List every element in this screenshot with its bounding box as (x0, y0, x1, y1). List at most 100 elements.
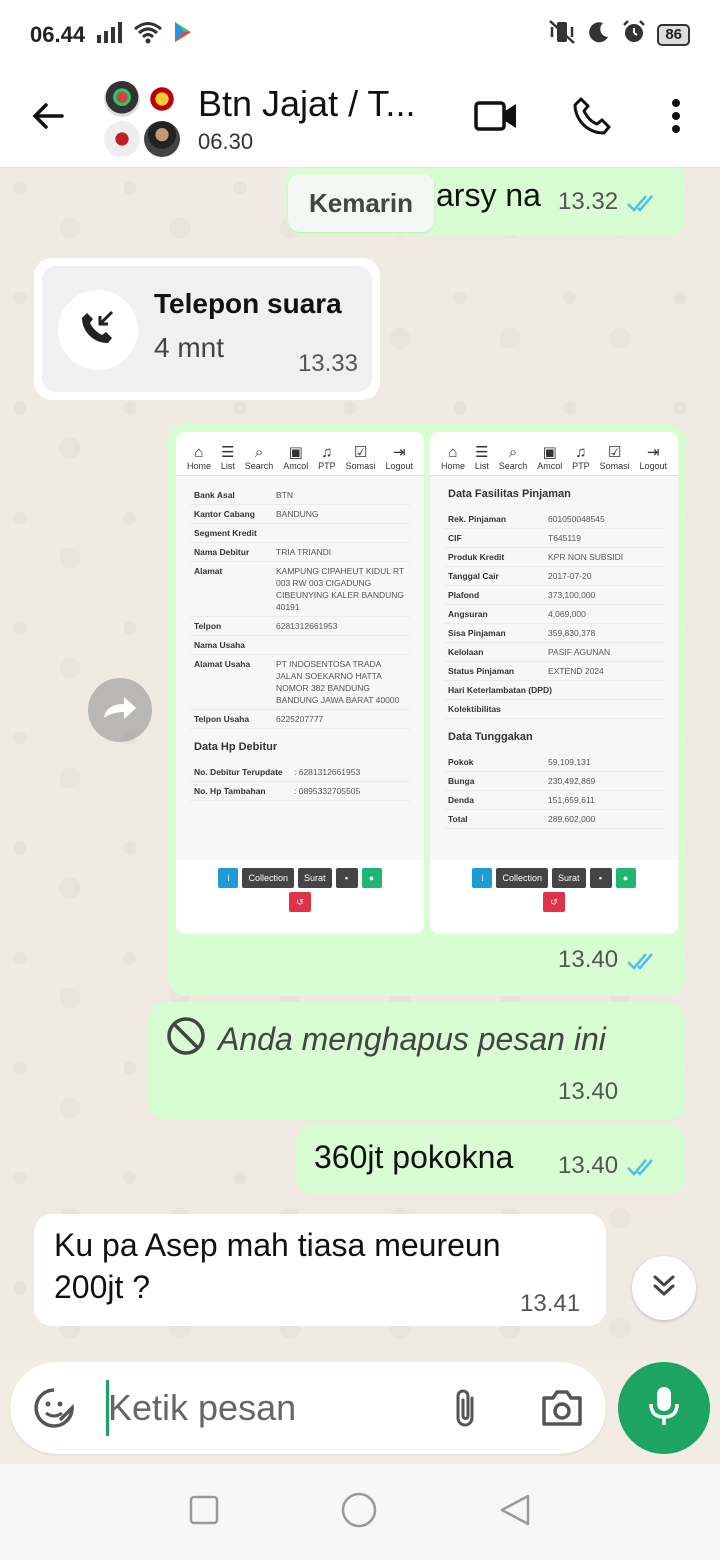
status-bar: 06.44 86 (0, 0, 720, 70)
call-message[interactable]: Telepon suara 4 mnt 13.33 (34, 258, 380, 400)
detail-row: Kolektibilitas (444, 700, 664, 719)
undo-icon: ↺ (289, 892, 311, 912)
info-button: i (472, 868, 493, 888)
screenshot-nav: ⌂ Home ☰ List ⌕ Search ▣ Amcol ♫ PTP ☑ Somasi … (176, 432, 424, 476)
group-avatar[interactable] (104, 80, 180, 157)
detail-row: Telpon Usaha 6225207777 (190, 710, 410, 729)
call-icon-badge (58, 290, 138, 370)
recents-icon[interactable] (188, 1494, 220, 1531)
list-icon: ☰ (221, 444, 235, 461)
message-time: 13.40 (558, 1152, 619, 1179)
camera-icon[interactable] (538, 1384, 586, 1432)
logout-icon: ⇥ (646, 444, 660, 461)
nav-home: ⌂ Home (440, 444, 465, 472)
message-meta: 13.40 (558, 1078, 618, 1106)
search-icon: ⌕ (254, 444, 264, 461)
back-button[interactable] (0, 70, 96, 168)
message-time: 13.40 (558, 946, 619, 973)
section-title: Data Fasilitas Pinjaman (448, 488, 571, 500)
avatar (144, 80, 180, 117)
briefcase-icon: ▣ (542, 444, 557, 461)
bell-icon: ♫ (321, 444, 333, 461)
signal-icon (95, 21, 125, 49)
message-text: arsy na (436, 177, 541, 213)
forward-icon (100, 694, 140, 727)
message-time: 13.32 (558, 188, 619, 215)
read-ticks-icon (626, 192, 660, 212)
image-thumbnail[interactable]: ⌂ Home ☰ List ⌕ Search ▣ Amcol ♫ PTP ☑ Somasi … (176, 432, 424, 934)
detail-row: Plafond 373,100,000 (444, 586, 664, 605)
nav-ptp: ♫ PTP (318, 444, 336, 472)
detail-row: Kantor Cabang BANDUNG (190, 505, 410, 524)
date-chip: Kemarin (288, 174, 434, 232)
detail-row: Total 289,602,000 (444, 810, 664, 829)
deleted-message[interactable]: Anda menghapus pesan ini 13.40 (148, 1002, 686, 1120)
voice-call-button[interactable] (564, 90, 620, 146)
message-time: 13.41 (520, 1290, 581, 1317)
list-icon: ☰ (475, 444, 489, 461)
back-arrow-icon (30, 98, 66, 139)
video-call-icon (474, 98, 518, 139)
voice-record-button[interactable] (618, 1362, 710, 1454)
detail-row: Sisa Pinjaman 359,830,378 (444, 624, 664, 643)
deleted-icon (166, 1016, 206, 1061)
chat-title: Btn Jajat / T... (198, 82, 416, 124)
detail-row: Alamat KAMPUNG CIPAHEUT KIDUL RT 003 RW 0… (190, 562, 410, 617)
checkbox-icon: ☑ (353, 444, 368, 461)
battery-indicator: 86 (657, 24, 690, 46)
sticker-icon[interactable] (30, 1384, 78, 1432)
search-icon: ⌕ (508, 444, 518, 461)
message-bubble[interactable]: 360jt pokokna 13.40 (296, 1124, 686, 1194)
nav-list: ☰ List (474, 444, 489, 472)
forward-button[interactable] (88, 678, 152, 742)
message-text: Anda menghapus pesan ini (218, 1021, 606, 1057)
collection-button: Collection (242, 868, 294, 888)
call-title: Telepon suara (154, 288, 342, 319)
status-time: 06.44 (30, 22, 86, 47)
play-games-icon (171, 20, 195, 50)
video-call-button[interactable] (468, 90, 524, 146)
detail-row: Bunga 230,492,869 (444, 772, 664, 791)
nav-list: ☰ List (220, 444, 235, 472)
chat-area[interactable]: arsy na 13.32 Kemarin Telepon suara 4 mn… (0, 168, 720, 1360)
detail-row: Status Pinjaman EXTEND 2024 (444, 662, 664, 681)
message-bubble[interactable]: Ku pa Asep mah tiasa meureun 200jt ? 13.… (34, 1214, 606, 1326)
home-icon[interactable] (340, 1491, 378, 1534)
section-title: Data Hp Debitur (194, 741, 278, 753)
screenshot-body: Data Fasilitas Pinjaman Rek. Pinjaman 601… (430, 476, 678, 839)
screenshot-footer: i Collection Surat ▪ ● ↺ (430, 860, 678, 934)
nav-search: ⌕ Search (498, 444, 528, 472)
back-icon[interactable] (498, 1493, 532, 1532)
checkbox-icon: ☑ (607, 444, 622, 461)
call-card[interactable]: Telepon suara 4 mnt 13.33 (42, 266, 372, 392)
message-time: 13.40 (558, 1078, 619, 1105)
attach-icon[interactable] (442, 1384, 490, 1432)
image-icon: ▪ (589, 868, 612, 888)
image-thumbnail[interactable]: ⌂ Home ☰ List ⌕ Search ▣ Amcol ♫ PTP ☑ Somasi … (430, 432, 678, 934)
avatar (104, 120, 140, 157)
detail-row: Segment Kredit (190, 524, 410, 543)
message-meta: 13.40 (558, 946, 660, 974)
incoming-call-icon (78, 308, 118, 353)
message-input[interactable] (98, 1380, 438, 1436)
undo-icon: ↺ (543, 892, 565, 912)
detail-row: CIF T645119 (444, 529, 664, 548)
nav-search: ⌕ Search (244, 444, 274, 472)
more-options-button[interactable] (648, 90, 704, 146)
more-vert-icon (670, 98, 682, 139)
screenshot-footer: i Collection Surat ▪ ● ↺ (176, 860, 424, 934)
detail-row: No. Hp Tambahan: 0895332705505 (190, 782, 410, 801)
chat-title-area[interactable]: Btn Jajat / T... 06.30 (198, 83, 448, 155)
message-meta: 13.32 (558, 188, 660, 216)
scroll-to-bottom-button[interactable] (632, 1256, 696, 1320)
chat-header: Btn Jajat / T... 06.30 (0, 70, 720, 168)
detail-row: Denda 151,659,611 (444, 791, 664, 810)
location-icon: ● (361, 868, 382, 888)
phone-icon (572, 96, 612, 141)
message-input-bar (10, 1362, 606, 1454)
nav-logout: ⇥ Logout (385, 444, 414, 472)
mic-icon (646, 1384, 682, 1433)
detail-row: Telpon 6281312661953 (190, 617, 410, 636)
image-message[interactable]: ⌂ Home ☰ List ⌕ Search ▣ Amcol ♫ PTP ☑ Somasi … (168, 424, 686, 996)
detail-row: Tanggal Cair 2017-07-20 (444, 567, 664, 586)
